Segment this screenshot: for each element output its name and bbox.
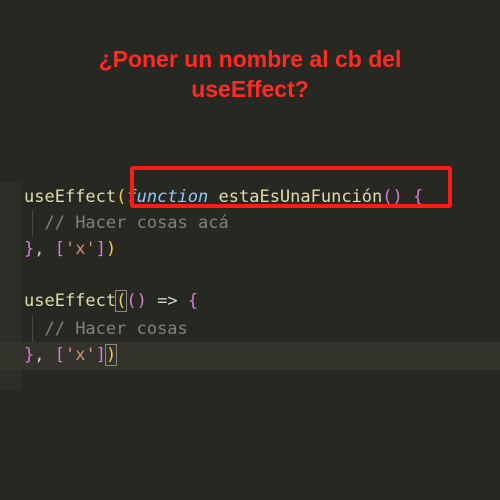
- code-editor[interactable]: useEffect(function estaEsUnaFunción() { …: [0, 182, 500, 390]
- token-close-brace: }: [24, 239, 35, 259]
- code-line-2[interactable]: // Hacer cosas acá: [24, 210, 229, 236]
- token-deps-close: ]: [95, 345, 106, 365]
- token-string: 'x': [64, 239, 96, 259]
- screenshot-canvas: ¿Poner un nombre al cb del useEffect? us…: [0, 0, 500, 500]
- token-open-paren-matched: (: [115, 290, 128, 312]
- token-close-paren-matched: ): [104, 344, 118, 366]
- token-open-brace: {: [187, 291, 199, 311]
- token-deps-open: [: [54, 345, 65, 365]
- token-deps-close: ]: [95, 239, 106, 259]
- annotation-highlight-box: [130, 166, 452, 208]
- token-function-call: useEffect: [24, 187, 117, 207]
- token-separator: ,: [34, 345, 55, 365]
- headline-line-2: useEffect?: [191, 76, 309, 102]
- token-comment: // Hacer cosas: [44, 319, 188, 339]
- code-line-5[interactable]: useEffect(() => {: [24, 288, 198, 314]
- token-open-paren: (: [116, 187, 127, 207]
- token-params: (): [126, 291, 147, 311]
- token-close-paren: ): [105, 239, 117, 259]
- code-line-7[interactable]: }, ['x']): [24, 342, 118, 368]
- headline: ¿Poner un nombre al cb del useEffect?: [0, 44, 500, 104]
- token-deps-open: [: [54, 239, 65, 259]
- token-close-brace: }: [24, 345, 35, 365]
- code-line-6[interactable]: // Hacer cosas: [24, 316, 188, 342]
- code-line-3[interactable]: }, ['x']): [24, 236, 116, 262]
- token-function-call: useEffect: [24, 291, 117, 311]
- token-comment: // Hacer cosas acá: [44, 213, 229, 233]
- token-string: 'x': [64, 345, 96, 365]
- token-separator: ,: [34, 239, 55, 259]
- token-arrow: =>: [157, 291, 178, 311]
- headline-line-1: ¿Poner un nombre al cb del: [98, 46, 402, 72]
